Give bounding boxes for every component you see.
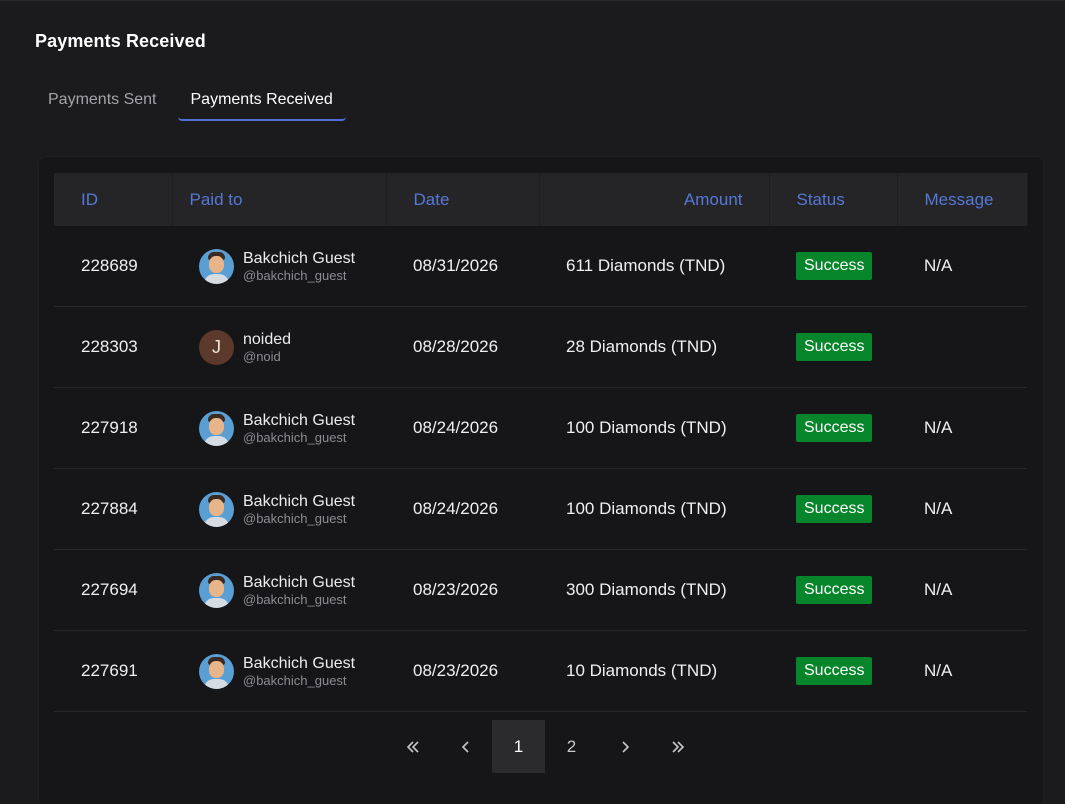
cell-date: 08/24/2026 bbox=[386, 468, 539, 550]
pagination: 1 2 bbox=[386, 720, 704, 773]
user-handle: @bakchich_guest bbox=[243, 267, 347, 283]
cell-message: N/A bbox=[897, 468, 1027, 550]
column-header-id[interactable]: ID bbox=[54, 173, 173, 226]
table-header-row: ID Paid to Date Amount Status Message bbox=[54, 173, 1028, 226]
cell-status: Success bbox=[769, 549, 897, 631]
cell-amount: 28 Diamonds (TND) bbox=[539, 306, 769, 388]
tab-payments-received[interactable]: Payments Received bbox=[177, 81, 346, 121]
cell-amount: 611 Diamonds (TND) bbox=[539, 226, 769, 307]
cell-amount: 100 Diamonds (TND) bbox=[539, 387, 769, 469]
cell-date: 08/23/2026 bbox=[386, 549, 539, 631]
cell-id: 227694 bbox=[54, 549, 172, 631]
cell-status: Success bbox=[769, 468, 897, 550]
user-handle: @noid bbox=[243, 348, 281, 364]
user-handle: @bakchich_guest bbox=[243, 510, 347, 526]
cell-id: 227691 bbox=[54, 630, 172, 712]
cell-status: Success bbox=[769, 387, 897, 469]
payments-page: Payments Received Payments Sent Payments… bbox=[0, 0, 1065, 804]
table-row[interactable]: 228689 Bakchich Guest @bakchich_guest 08/31… bbox=[54, 226, 1027, 307]
status-badge: Success bbox=[796, 495, 873, 523]
cell-message: N/A bbox=[897, 549, 1027, 631]
cell-date: 08/28/2026 bbox=[386, 306, 539, 388]
cell-message: N/A bbox=[897, 387, 1027, 469]
cell-message: N/A bbox=[897, 630, 1027, 712]
cell-status: Success bbox=[769, 630, 897, 712]
status-badge: Success bbox=[796, 657, 873, 685]
column-header-message[interactable]: Message bbox=[897, 173, 1028, 226]
page-title: Payments Received bbox=[35, 31, 206, 51]
cell-paid-to: Bakchich Guest @bakchich_guest bbox=[172, 549, 386, 631]
cell-date: 08/31/2026 bbox=[386, 226, 539, 307]
payments-card: ID Paid to Date Amount Status Message 22… bbox=[38, 156, 1044, 804]
user-handle: @bakchich_guest bbox=[243, 672, 347, 688]
user-name: Bakchich Guest bbox=[243, 492, 356, 510]
chevron-right-icon bbox=[620, 740, 630, 754]
table-body: 228689 Bakchich Guest @bakchich_guest 08/31… bbox=[54, 226, 1027, 712]
page-button-2[interactable]: 2 bbox=[545, 720, 598, 773]
tab-payments-sent[interactable]: Payments Sent bbox=[35, 81, 170, 121]
cell-id: 227884 bbox=[54, 468, 172, 550]
cell-amount: 10 Diamonds (TND) bbox=[539, 630, 769, 712]
previous-page-button[interactable] bbox=[439, 720, 492, 773]
user-info[interactable]: Bakchich Guest @bakchich_guest bbox=[189, 491, 386, 527]
column-header-date[interactable]: Date bbox=[386, 173, 540, 226]
cell-paid-to: Bakchich Guest @bakchich_guest bbox=[172, 630, 386, 712]
user-handle: @bakchich_guest bbox=[243, 429, 347, 445]
cell-date: 08/23/2026 bbox=[386, 630, 539, 712]
cell-amount: 300 Diamonds (TND) bbox=[539, 549, 769, 631]
user-name: Bakchich Guest bbox=[243, 654, 356, 672]
tab-bar: Payments Sent Payments Received bbox=[35, 81, 346, 125]
double-chevron-right-icon bbox=[670, 740, 686, 754]
first-page-button[interactable] bbox=[386, 720, 439, 773]
column-header-paid-to[interactable]: Paid to bbox=[172, 173, 387, 226]
cell-date: 08/24/2026 bbox=[386, 387, 539, 469]
avatar bbox=[199, 410, 234, 446]
cell-id: 227918 bbox=[54, 387, 172, 469]
user-name: Bakchich Guest bbox=[243, 411, 356, 429]
cell-message: N/A bbox=[897, 226, 1027, 307]
cell-message bbox=[897, 306, 1027, 388]
user-name: Bakchich Guest bbox=[243, 573, 356, 591]
user-info[interactable]: Bakchich Guest @bakchich_guest bbox=[189, 248, 386, 284]
status-badge: Success bbox=[796, 414, 873, 442]
user-info[interactable]: Bakchich Guest @bakchich_guest bbox=[189, 572, 386, 608]
table-row[interactable]: 227918 Bakchich Guest @bakchich_guest 08/24… bbox=[54, 387, 1027, 469]
user-info[interactable]: Bakchich Guest @bakchich_guest bbox=[189, 653, 386, 689]
status-badge: Success bbox=[796, 576, 873, 604]
payments-table: ID Paid to Date Amount Status Message 22… bbox=[54, 173, 1028, 712]
user-name: Bakchich Guest bbox=[243, 249, 356, 267]
user-name: noided bbox=[243, 330, 292, 348]
cell-id: 228303 bbox=[54, 306, 172, 388]
double-chevron-left-icon bbox=[405, 740, 421, 754]
page-button-1[interactable]: 1 bbox=[492, 720, 545, 773]
user-info[interactable]: Bakchich Guest @bakchich_guest bbox=[189, 410, 386, 446]
cell-paid-to: Bakchich Guest @bakchich_guest bbox=[172, 468, 386, 550]
cell-id: 228689 bbox=[54, 226, 172, 307]
table-row[interactable]: 227884 Bakchich Guest @bakchich_guest 08/24… bbox=[54, 468, 1027, 550]
cell-paid-to: Jnoided @noid bbox=[172, 306, 386, 388]
table-row[interactable]: 227694 Bakchich Guest @bakchich_guest 08/23… bbox=[54, 549, 1027, 631]
avatar bbox=[199, 653, 234, 689]
column-header-status[interactable]: Status bbox=[769, 173, 898, 226]
cell-paid-to: Bakchich Guest @bakchich_guest bbox=[172, 226, 386, 307]
last-page-button[interactable] bbox=[651, 720, 704, 773]
next-page-button[interactable] bbox=[598, 720, 651, 773]
chevron-left-icon bbox=[461, 740, 471, 754]
user-info[interactable]: Jnoided @noid bbox=[189, 329, 386, 365]
cell-amount: 100 Diamonds (TND) bbox=[539, 468, 769, 550]
avatar bbox=[199, 248, 234, 284]
table-row[interactable]: 228303 Jnoided @noid 08/28/2026 28 Diamonds … bbox=[54, 306, 1027, 388]
user-handle: @bakchich_guest bbox=[243, 591, 347, 607]
column-header-amount[interactable]: Amount bbox=[539, 173, 770, 226]
table-row[interactable]: 227691 Bakchich Guest @bakchich_guest 08/23… bbox=[54, 630, 1027, 712]
cell-paid-to: Bakchich Guest @bakchich_guest bbox=[172, 387, 386, 469]
cell-status: Success bbox=[769, 306, 897, 388]
avatar: J bbox=[199, 329, 234, 365]
status-badge: Success bbox=[796, 252, 873, 280]
cell-status: Success bbox=[769, 226, 897, 307]
avatar bbox=[199, 491, 234, 527]
status-badge: Success bbox=[796, 333, 873, 361]
avatar bbox=[199, 572, 234, 608]
